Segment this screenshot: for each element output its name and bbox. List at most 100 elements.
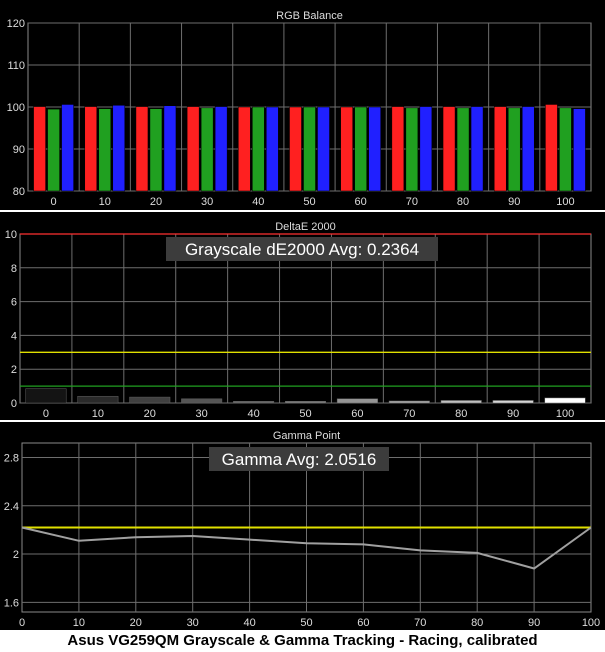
y-tick-label: 90	[13, 144, 25, 156]
y-tick-label: 6	[11, 297, 17, 309]
bar	[61, 104, 74, 192]
bar	[559, 107, 572, 192]
bar	[405, 107, 419, 192]
x-tick-label: 70	[403, 408, 415, 420]
bar	[544, 397, 586, 404]
y-tick-label: 120	[7, 18, 25, 30]
delta-e-chart: DeltaE 200002468100 10 20 30 40 50 60 70 80 90 100…	[5, 221, 592, 420]
x-tick-label: 70	[406, 196, 418, 208]
bar	[98, 108, 112, 192]
chart-title: DeltaE 2000	[275, 221, 336, 233]
bar	[521, 106, 535, 192]
bar	[181, 398, 223, 404]
bar	[84, 106, 98, 192]
y-tick-label: 8	[11, 263, 17, 275]
x-tick-label: 100	[556, 196, 574, 208]
x-tick-label: 10	[99, 196, 111, 208]
gamma-panel: Gamma Point 1.6 2 2.4 2.8 0 10 20 30 40 50 60 70 80 90…	[0, 422, 605, 630]
bar	[163, 105, 177, 192]
x-tick-label: 50	[300, 617, 312, 629]
bar	[336, 398, 378, 404]
x-tick-label: 80	[455, 408, 467, 420]
bar	[492, 400, 534, 404]
chart-title: Gamma Point	[273, 430, 340, 442]
x-tick-label: 40	[247, 408, 259, 420]
x-tick-label: 100	[556, 408, 574, 420]
bar	[545, 104, 558, 192]
bar	[214, 106, 228, 192]
x-tick-label: 0	[43, 408, 49, 420]
bar	[493, 106, 507, 192]
x-tick-label: 20	[144, 408, 156, 420]
x-tick-label: 40	[243, 617, 255, 629]
bar	[440, 400, 482, 404]
x-tick-label: 20	[130, 617, 142, 629]
x-tick-label: 40	[252, 196, 264, 208]
delta-e-average-label: Grayscale dE2000 Avg: 0.2364	[185, 240, 419, 259]
x-tick-label: 90	[507, 408, 519, 420]
x-tick-label: 60	[355, 196, 367, 208]
bar	[368, 106, 381, 192]
bar	[470, 106, 484, 192]
x-tick-label: 10	[92, 408, 104, 420]
x-tick-label: 30	[196, 408, 208, 420]
x-tick-label: 30	[201, 196, 213, 208]
x-tick-label: 60	[351, 408, 363, 420]
bar	[442, 106, 456, 192]
bar	[186, 106, 200, 192]
bar	[303, 106, 316, 192]
bar	[507, 107, 521, 192]
y-tick-label: 10	[5, 229, 17, 241]
bar	[317, 106, 330, 192]
bar	[129, 396, 171, 404]
bar	[77, 395, 119, 404]
rgb-balance-chart: RGB Balance 80 90 100 110 120 0 10 20 30 40 50 60 70 8…	[7, 10, 592, 208]
x-tick-label: 0	[51, 196, 57, 208]
bar	[33, 106, 46, 192]
bar	[391, 106, 405, 192]
bar	[25, 388, 67, 404]
gamma-chart: Gamma Point 1.6 2 2.4 2.8 0 10 20 30 40 50 60 70 80 90…	[4, 430, 600, 629]
bar	[252, 106, 265, 192]
y-tick-label: 0	[11, 398, 17, 410]
delta-e-panel: DeltaE 2000 0 2 4 6 8 10 0 10 20 30 40 50 60 70 80 90 100…	[0, 212, 605, 420]
bar	[354, 106, 367, 192]
y-tick-label: 4	[11, 330, 17, 342]
x-tick-label: 80	[471, 617, 483, 629]
x-tick-label: 80	[457, 196, 469, 208]
y-tick-label: 100	[7, 102, 25, 114]
x-tick-label: 0	[19, 617, 25, 629]
x-tick-label: 90	[508, 196, 520, 208]
bar	[266, 106, 279, 192]
bar	[135, 106, 149, 192]
y-tick-label: 2.4	[4, 501, 19, 513]
x-tick-label: 30	[187, 617, 199, 629]
bar	[340, 106, 353, 192]
chart-title: RGB Balance	[276, 10, 343, 22]
x-tick-label: 90	[528, 617, 540, 629]
x-tick-label: 50	[299, 408, 311, 420]
y-tick-label: 1.6	[4, 597, 19, 609]
bar	[456, 107, 470, 192]
bar	[419, 106, 433, 192]
y-tick-label: 2.8	[4, 452, 19, 464]
bar	[238, 106, 251, 192]
bar	[289, 106, 302, 192]
bar	[285, 401, 326, 404]
bar	[112, 105, 126, 192]
x-tick-label: 50	[303, 196, 315, 208]
bar	[388, 400, 430, 404]
x-tick-label: 70	[414, 617, 426, 629]
x-tick-label: 100	[582, 617, 600, 629]
bar	[233, 401, 275, 404]
gamma-average-label: Gamma Avg: 2.0516	[222, 450, 377, 469]
y-tick-label: 80	[13, 186, 25, 198]
x-tick-label: 10	[73, 617, 85, 629]
bar	[200, 107, 214, 192]
bar	[149, 108, 163, 192]
y-tick-label: 110	[7, 60, 25, 72]
bar	[47, 108, 60, 192]
x-tick-label: 20	[150, 196, 162, 208]
bar	[573, 108, 586, 192]
figure-caption: Asus VG259QM Grayscale & Gamma Tracking …	[0, 630, 605, 652]
